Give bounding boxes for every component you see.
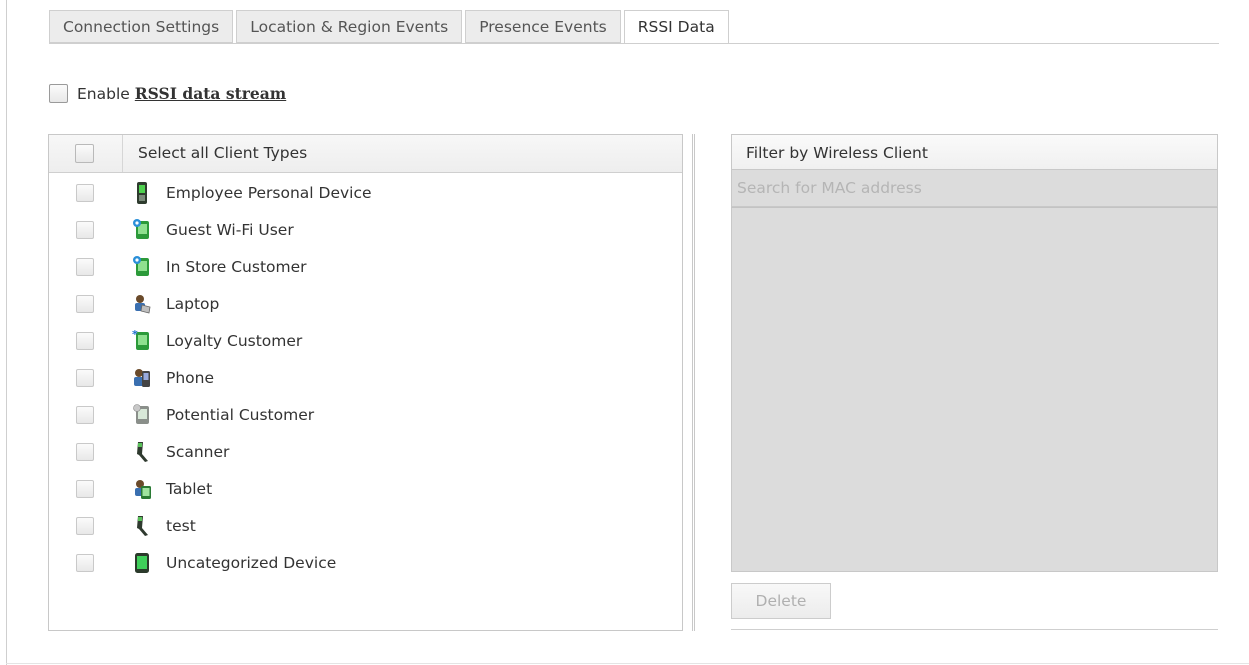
- client-type-checkbox[interactable]: [76, 406, 94, 424]
- enable-label: Enable: [77, 84, 130, 103]
- list-item: Potential Customer: [49, 397, 682, 434]
- potential-customer-icon: [133, 404, 149, 424]
- client-type-label: Potential Customer: [166, 406, 315, 424]
- client-type-checkbox[interactable]: [76, 221, 94, 239]
- phone-icon: [134, 369, 150, 387]
- client-type-label: Scanner: [166, 443, 230, 461]
- client-type-label: test: [166, 517, 196, 535]
- enable-rssi-row: Enable RSSI data stream: [49, 84, 286, 103]
- list-item: * Loyalty Customer: [49, 323, 682, 360]
- client-type-label: Loyalty Customer: [166, 332, 303, 350]
- tab-location-region-events[interactable]: Location & Region Events: [236, 10, 463, 43]
- client-type-label: Uncategorized Device: [166, 554, 337, 572]
- filter-bottom-divider: [731, 629, 1218, 630]
- filter-panel: Filter by Wireless Client Delete: [731, 134, 1218, 630]
- client-type-checkbox[interactable]: [76, 480, 94, 498]
- list-item: In Store Customer: [49, 249, 682, 286]
- client-type-label: Phone: [166, 369, 215, 387]
- client-types-header: Select all Client Types: [49, 135, 682, 173]
- client-type-label: Employee Personal Device: [166, 184, 372, 202]
- select-all-label: Select all Client Types: [138, 144, 308, 162]
- tab-rssi-data[interactable]: RSSI Data: [623, 10, 729, 44]
- tablet-icon: [135, 480, 151, 499]
- delete-button[interactable]: Delete: [731, 583, 831, 619]
- loyalty-customer-icon: *: [132, 329, 149, 350]
- panel-splitter[interactable]: [692, 134, 695, 631]
- client-type-checkbox[interactable]: [76, 369, 94, 387]
- tab-presence-events[interactable]: Presence Events: [465, 10, 621, 43]
- mobile-device-icon: [137, 182, 147, 204]
- tab-connection-settings[interactable]: Connection Settings: [49, 10, 234, 43]
- frame-bottom-border: [6, 663, 1249, 664]
- client-types-list: Employee Personal Device Guest Wi-Fi Use…: [49, 173, 682, 582]
- scanner-icon: [137, 442, 148, 462]
- tab-underline: [49, 43, 1219, 44]
- client-type-checkbox[interactable]: [76, 332, 94, 350]
- frame-left-border: [6, 0, 7, 665]
- scanner-icon: [137, 516, 148, 536]
- client-type-checkbox[interactable]: [76, 184, 94, 202]
- client-type-checkbox[interactable]: [76, 258, 94, 276]
- list-item: Phone: [49, 360, 682, 397]
- laptop-icon: [135, 295, 151, 314]
- svg-text:*: *: [132, 329, 138, 341]
- client-type-label: Tablet: [166, 480, 213, 498]
- list-item: Uncategorized Device: [49, 545, 682, 582]
- list-item: Guest Wi-Fi User: [49, 212, 682, 249]
- client-type-label: Guest Wi-Fi User: [166, 221, 294, 239]
- mac-search-input[interactable]: [731, 170, 1218, 207]
- rssi-data-stream-link[interactable]: RSSI data stream: [135, 84, 286, 103]
- client-types-panel: Select all Client Types Employee Persona…: [48, 134, 683, 631]
- uncategorized-device-icon: [135, 553, 149, 573]
- list-item: Tablet: [49, 471, 682, 508]
- select-all-cell: [49, 135, 123, 172]
- list-item: Scanner: [49, 434, 682, 471]
- client-type-label: In Store Customer: [166, 258, 307, 276]
- guest-user-icon: [133, 219, 149, 239]
- filter-header: Filter by Wireless Client: [731, 134, 1218, 170]
- client-type-label: Laptop: [166, 295, 220, 313]
- enable-rssi-checkbox[interactable]: [49, 84, 68, 103]
- client-type-checkbox[interactable]: [76, 554, 94, 572]
- select-all-checkbox[interactable]: [75, 144, 94, 163]
- tab-bar: Connection Settings Location & Region Ev…: [49, 10, 732, 44]
- client-type-checkbox[interactable]: [76, 517, 94, 535]
- list-item: test: [49, 508, 682, 545]
- client-type-checkbox[interactable]: [76, 295, 94, 313]
- list-item: Employee Personal Device: [49, 175, 682, 212]
- client-type-checkbox[interactable]: [76, 443, 94, 461]
- list-item: Laptop: [49, 286, 682, 323]
- filter-results-list: [731, 207, 1218, 572]
- in-store-customer-icon: [133, 256, 149, 276]
